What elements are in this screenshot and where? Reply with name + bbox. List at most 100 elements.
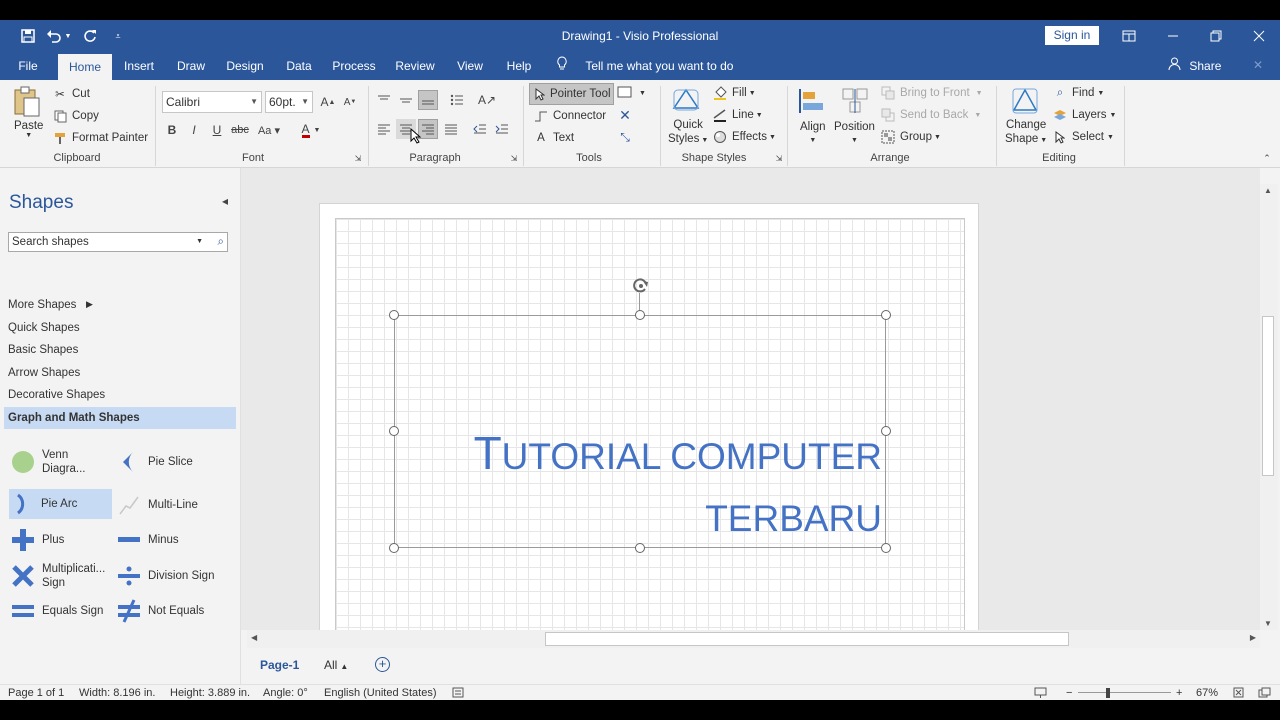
paste-icon[interactable] (12, 86, 46, 118)
grow-font-icon[interactable]: A ▲ (318, 92, 338, 112)
collapse-ribbon-icon[interactable]: ⌃ (1260, 152, 1274, 164)
rectangle-tool-button[interactable]: ▼ (617, 86, 646, 101)
text-tool-button[interactable]: A Text (533, 130, 574, 146)
resize-handle-top-left[interactable] (389, 310, 399, 320)
stencil-decorative-shapes[interactable]: Decorative Shapes (8, 389, 105, 401)
stencil-arrow-shapes[interactable]: Arrow Shapes (8, 367, 80, 379)
shape-equals-sign[interactable]: Equals Sign (10, 599, 103, 623)
scroll-right-icon[interactable]: ▶ (1250, 633, 1256, 642)
ribbon-display-options-icon[interactable] (1118, 26, 1140, 46)
stencil-quick-shapes[interactable]: Quick Shapes (8, 322, 80, 334)
drawing-canvas[interactable]: TUTORIAL COMPUTER TERBARU (241, 168, 1260, 630)
effects-button[interactable]: Effects ▼ (712, 129, 776, 145)
font-dialog-launcher-icon[interactable]: ⇲ (352, 152, 364, 164)
bring-to-front-button[interactable]: Bring to Front ▼ (880, 85, 983, 101)
add-page-icon[interactable]: + (375, 657, 390, 672)
search-icon[interactable]: ⌕ (218, 233, 224, 251)
tab-home[interactable]: Home (58, 54, 112, 80)
bullets-icon[interactable] (447, 90, 467, 110)
tab-view[interactable]: View (452, 52, 488, 80)
tab-design[interactable]: Design (222, 52, 268, 80)
connector-button[interactable]: Connector (533, 108, 606, 124)
zoom-in-icon[interactable]: + (1176, 687, 1182, 699)
layers-button[interactable]: Layers ▼ (1052, 107, 1116, 123)
switch-windows-icon[interactable] (1258, 687, 1271, 700)
tab-data[interactable]: Data (282, 52, 316, 80)
scroll-up-icon[interactable]: ▲ (1264, 186, 1272, 195)
horizontal-scroll-thumb[interactable] (545, 632, 1069, 646)
italic-icon[interactable]: I (184, 120, 204, 140)
strikethrough-icon[interactable]: abc (230, 120, 250, 140)
sign-in-button[interactable]: Sign in (1045, 26, 1099, 45)
shape-division-sign[interactable]: Division Sign (116, 564, 214, 588)
tab-insert[interactable]: Insert (118, 52, 160, 80)
font-size-combo[interactable]: 60pt. ▼ (265, 91, 313, 113)
quick-styles-icon[interactable] (670, 84, 704, 116)
status-language[interactable]: English (United States) (324, 687, 437, 699)
find-button[interactable]: ⌕ Find ▼ (1052, 85, 1105, 101)
close-tool-icon[interactable]: ✕ (615, 105, 635, 125)
quick-styles-button[interactable]: Quick Styles ▼ (668, 118, 708, 148)
shape-multi-line[interactable]: Multi-Line (116, 493, 198, 517)
resize-handle-bottom-left[interactable] (389, 543, 399, 553)
shape-text-line-1[interactable]: TUTORIAL COMPUTER (396, 426, 882, 480)
shape-pie-slice[interactable]: Pie Slice (116, 450, 193, 474)
select-button[interactable]: Select ▼ (1052, 129, 1114, 145)
page-tab-page-1[interactable]: Page-1 (260, 658, 299, 672)
status-page[interactable]: Page 1 of 1 (8, 687, 64, 699)
close-icon[interactable] (1248, 26, 1270, 46)
collapse-pane-icon[interactable]: ◂ (222, 194, 228, 208)
presentation-mode-icon[interactable] (1034, 687, 1047, 700)
rotation-handle-icon[interactable] (631, 276, 651, 296)
group-button[interactable]: Group ▼ (880, 129, 941, 145)
tab-process[interactable]: Process (330, 52, 378, 80)
align-top-icon[interactable] (374, 90, 394, 110)
stencil-basic-shapes[interactable]: Basic Shapes (8, 344, 78, 356)
align-button[interactable]: Align ▼ (800, 120, 826, 148)
paragraph-dialog-launcher-icon[interactable]: ⇲ (508, 152, 520, 164)
restore-icon[interactable] (1205, 26, 1227, 46)
zoom-slider[interactable] (1078, 692, 1171, 693)
resize-handle-bottom[interactable] (635, 543, 645, 553)
vertical-scroll-thumb[interactable] (1262, 316, 1274, 476)
zoom-level[interactable]: 67% (1196, 687, 1218, 699)
tell-me-search[interactable]: Tell me what you want to do (556, 52, 733, 80)
cut-button[interactable]: ✂ Cut (52, 86, 90, 102)
shrink-font-icon[interactable]: A ▼ (340, 92, 360, 112)
shape-styles-dialog-launcher-icon[interactable]: ⇲ (773, 152, 785, 164)
decrease-indent-icon[interactable] (470, 119, 490, 139)
shape-not-equals[interactable]: Not Equals (116, 599, 204, 623)
format-painter-button[interactable]: Format Painter (52, 130, 148, 146)
more-shapes-menu[interactable]: More Shapes ▶ (8, 299, 93, 311)
tab-draw[interactable]: Draw (172, 52, 210, 80)
align-left-icon[interactable] (374, 119, 394, 139)
zoom-out-icon[interactable]: − (1066, 687, 1072, 699)
align-shapes-icon[interactable] (798, 86, 828, 116)
bold-icon[interactable]: B (162, 120, 182, 140)
tab-help[interactable]: Help (502, 52, 536, 80)
line-button[interactable]: Line ▼ (712, 107, 763, 123)
position-icon[interactable] (841, 86, 871, 116)
pointer-tool-button[interactable]: Pointer Tool (529, 83, 614, 105)
shape-plus[interactable]: Plus (10, 528, 64, 552)
chevron-down-icon[interactable]: ▼ (196, 233, 203, 251)
shape-venn-diagram[interactable]: Venn Diagra... (10, 448, 85, 476)
all-pages-menu[interactable]: All ▲ (324, 658, 348, 672)
send-to-back-button[interactable]: Send to Back ▼ (880, 107, 981, 123)
resize-handle-top-right[interactable] (881, 310, 891, 320)
shape-search-input[interactable]: Search shapes ▼ ⌕ (8, 232, 228, 252)
align-middle-icon[interactable] (396, 90, 416, 110)
shape-text-line-2[interactable]: TERBARU (396, 498, 882, 540)
copy-button[interactable]: Copy (52, 108, 99, 124)
connection-point-icon[interactable]: ⤡ (615, 127, 635, 147)
underline-icon[interactable]: U (207, 120, 227, 140)
shape-minus[interactable]: Minus (116, 528, 179, 552)
resize-handle-bottom-right[interactable] (881, 543, 891, 553)
text-direction-icon[interactable]: A↗ (477, 90, 497, 110)
minimize-icon[interactable] (1162, 26, 1184, 46)
zoom-slider-thumb[interactable] (1106, 688, 1110, 698)
shape-pie-arc[interactable]: Pie Arc (9, 489, 112, 519)
position-button[interactable]: Position ▼ (834, 120, 875, 148)
tab-review[interactable]: Review (392, 52, 438, 80)
share-button[interactable]: Share (1168, 52, 1221, 80)
